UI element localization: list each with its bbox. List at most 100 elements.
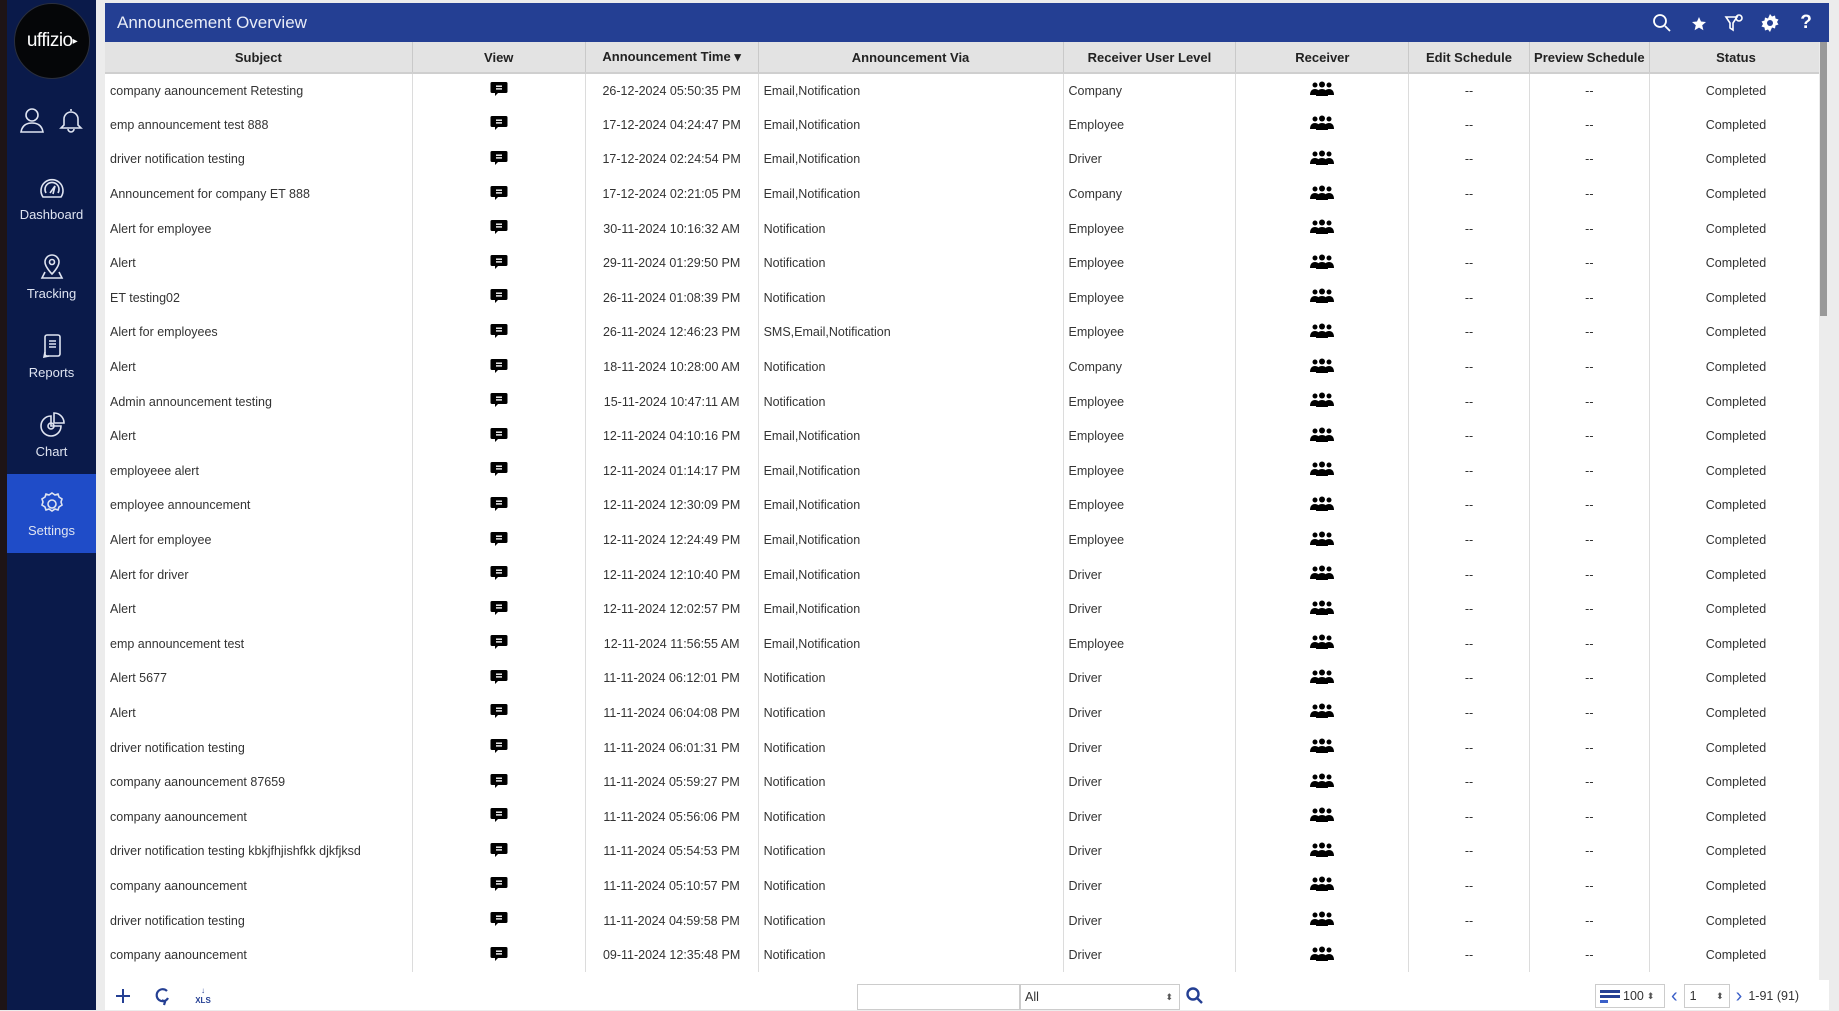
- view-message-icon[interactable]: [490, 254, 508, 273]
- view-message-icon[interactable]: [490, 150, 508, 169]
- receiver-group-icon[interactable]: [1310, 600, 1335, 619]
- receiver-group-icon[interactable]: [1310, 81, 1335, 100]
- view-message-icon[interactable]: [490, 600, 508, 619]
- table-row[interactable]: company aanouncement 11-11-2024 05:56:06 …: [105, 799, 1823, 835]
- receiver-group-icon[interactable]: [1310, 150, 1335, 169]
- view-message-icon[interactable]: [490, 704, 508, 722]
- receiver-group-icon[interactable]: [1310, 288, 1335, 307]
- receiver-group-icon[interactable]: [1310, 461, 1335, 480]
- page-size-select[interactable]: 100 ⬍: [1595, 984, 1665, 1008]
- prev-page-button[interactable]: ‹: [1671, 985, 1678, 1008]
- view-message-icon[interactable]: [490, 946, 508, 965]
- column-header[interactable]: Preview Schedule: [1529, 42, 1650, 74]
- view-message-icon[interactable]: [490, 531, 508, 550]
- view-message-icon[interactable]: [490, 323, 508, 342]
- sidebar-item-tracking[interactable]: Tracking: [7, 237, 96, 316]
- view-message-icon[interactable]: [490, 393, 508, 411]
- column-header[interactable]: Announcement Via: [758, 42, 1064, 74]
- view-message-icon[interactable]: [490, 669, 508, 688]
- add-icon[interactable]: [113, 986, 133, 1006]
- sidebar-item-settings[interactable]: Settings: [7, 474, 96, 553]
- table-row[interactable]: driver notification testing 17-12-2024 02…: [105, 142, 1823, 177]
- receiver-group-icon[interactable]: [1310, 565, 1335, 584]
- view-message-icon[interactable]: [490, 427, 508, 446]
- table-row[interactable]: company aanouncement Retesting 26-12-2024…: [105, 73, 1823, 108]
- column-header[interactable]: Edit Schedule: [1408, 42, 1530, 74]
- sidebar-item-reports[interactable]: Reports: [7, 316, 96, 395]
- filter-settings-icon[interactable]: [1723, 12, 1745, 34]
- app-logo[interactable]: uffizio ▸: [14, 3, 90, 79]
- table-row[interactable]: company aanouncement 11-11-2024 05:10:57 …: [105, 868, 1823, 904]
- page-number-input[interactable]: 1 ⬍: [1683, 984, 1730, 1008]
- table-row[interactable]: driver notification testing kbkjfhjishfk…: [105, 834, 1823, 869]
- favorite-star-icon[interactable]: [1687, 12, 1709, 34]
- table-row[interactable]: Alert 11-11-2024 06:04:08 PM Notification D…: [105, 695, 1823, 731]
- receiver-group-icon[interactable]: [1310, 427, 1335, 446]
- table-row[interactable]: Alert for employees 26-11-2024 12:46:23 P…: [105, 315, 1823, 350]
- table-row[interactable]: Alert 12-11-2024 04:10:16 PM Email,Notific…: [105, 418, 1823, 454]
- receiver-group-icon[interactable]: [1310, 842, 1335, 861]
- receiver-group-icon[interactable]: [1310, 773, 1335, 792]
- table-row[interactable]: Alert for employee 30-11-2024 10:16:32 AM…: [105, 211, 1823, 246]
- table-row[interactable]: Alert 29-11-2024 01:29:50 PM Notification E…: [105, 245, 1823, 281]
- receiver-group-icon[interactable]: [1310, 634, 1335, 653]
- vertical-scrollbar[interactable]: [1819, 42, 1829, 980]
- view-message-icon[interactable]: [490, 877, 508, 895]
- table-row[interactable]: company aanouncement 09-11-2024 12:35:48 …: [105, 937, 1823, 973]
- receiver-group-icon[interactable]: [1310, 496, 1335, 515]
- next-page-button[interactable]: ›: [1736, 985, 1743, 1008]
- receiver-group-icon[interactable]: [1310, 323, 1335, 342]
- sidebar-item-dashboard[interactable]: Dashboard: [7, 158, 96, 237]
- receiver-group-icon[interactable]: [1310, 531, 1335, 550]
- view-message-icon[interactable]: [490, 496, 508, 515]
- refresh-icon[interactable]: [153, 986, 173, 1006]
- view-message-icon[interactable]: [490, 808, 508, 826]
- sidebar-item-chart[interactable]: Chart: [7, 395, 96, 474]
- receiver-group-icon[interactable]: [1310, 876, 1335, 895]
- view-message-icon[interactable]: [490, 462, 508, 480]
- view-message-icon[interactable]: [490, 82, 508, 100]
- table-row[interactable]: Alert for employee 12-11-2024 12:24:49 PM…: [105, 522, 1823, 558]
- view-message-icon[interactable]: [490, 912, 508, 930]
- receiver-group-icon[interactable]: [1310, 807, 1335, 826]
- receiver-group-icon[interactable]: [1310, 946, 1335, 965]
- column-header[interactable]: Subject: [105, 42, 413, 74]
- notification-bell-icon[interactable]: [56, 105, 86, 140]
- column-header[interactable]: Receiver: [1235, 42, 1410, 74]
- column-header[interactable]: Status: [1649, 42, 1823, 74]
- column-header[interactable]: Announcement Time ▾: [585, 42, 759, 74]
- view-message-icon[interactable]: [490, 220, 508, 238]
- column-header[interactable]: Receiver User Level: [1063, 42, 1237, 74]
- user-profile-icon[interactable]: [17, 105, 47, 140]
- receiver-group-icon[interactable]: [1310, 392, 1335, 411]
- receiver-group-icon[interactable]: [1310, 738, 1335, 757]
- table-row[interactable]: Admin announcement testing 15-11-2024 10:…: [105, 384, 1823, 419]
- view-message-icon[interactable]: [490, 116, 508, 134]
- table-row[interactable]: driver notification testing 11-11-2024 04…: [105, 903, 1823, 938]
- receiver-group-icon[interactable]: [1310, 911, 1335, 930]
- table-row[interactable]: emp announcement test 888 17-12-2024 04:2…: [105, 107, 1823, 143]
- receiver-group-icon[interactable]: [1310, 669, 1335, 688]
- view-message-icon[interactable]: [490, 739, 508, 757]
- table-row[interactable]: Alert for driver 12-11-2024 12:10:40 PM Em…: [105, 557, 1823, 592]
- receiver-group-icon[interactable]: [1310, 185, 1335, 204]
- gear-icon[interactable]: [1759, 12, 1781, 34]
- table-row[interactable]: Announcement for company ET 888 17-12-202…: [105, 176, 1823, 212]
- view-message-icon[interactable]: [490, 635, 508, 653]
- receiver-group-icon[interactable]: [1310, 358, 1335, 377]
- table-row[interactable]: emp announcement test 12-11-2024 11:56:55…: [105, 626, 1823, 662]
- view-message-icon[interactable]: [490, 773, 508, 792]
- scrollbar-thumb[interactable]: [1820, 42, 1827, 316]
- search-icon[interactable]: [1651, 12, 1673, 34]
- table-row[interactable]: Alert 5677 11-11-2024 06:12:01 PM Notifica…: [105, 661, 1823, 696]
- column-filter-select[interactable]: All ⬍: [1020, 984, 1180, 1010]
- table-row[interactable]: ET testing02 26-11-2024 01:08:39 PM Notifi…: [105, 280, 1823, 316]
- view-message-icon[interactable]: [490, 289, 508, 307]
- receiver-group-icon[interactable]: [1310, 219, 1335, 238]
- view-message-icon[interactable]: [490, 185, 508, 204]
- table-row[interactable]: Alert 12-11-2024 12:02:57 PM Email,Notific…: [105, 591, 1823, 627]
- column-header[interactable]: View: [412, 42, 586, 74]
- receiver-group-icon[interactable]: [1310, 115, 1335, 134]
- footer-search-button[interactable]: [1185, 986, 1205, 1006]
- view-message-icon[interactable]: [490, 842, 508, 861]
